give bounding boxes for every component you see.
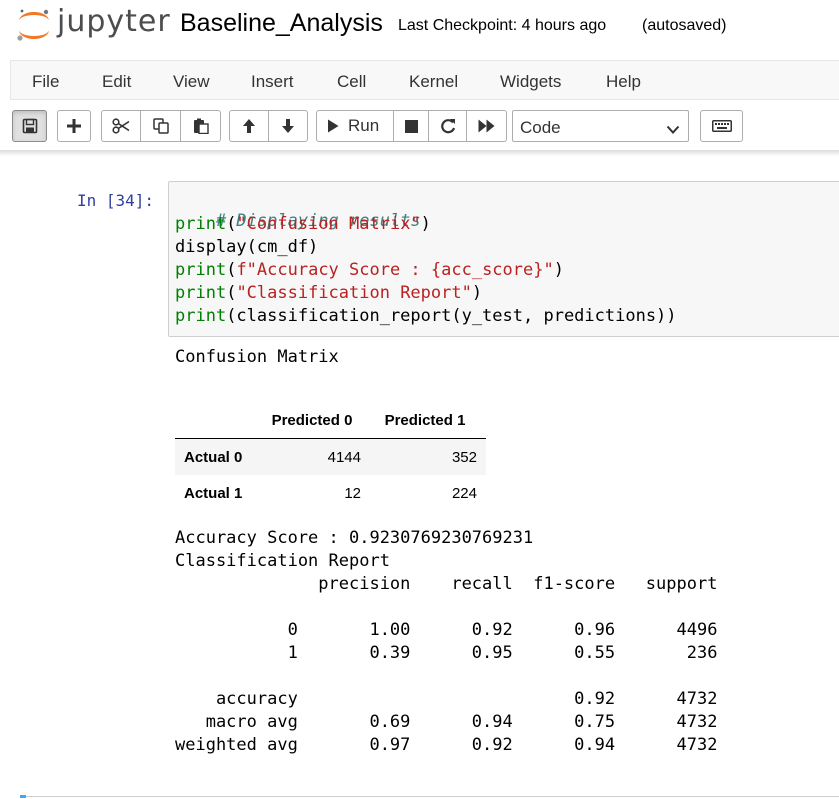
- code-editor[interactable]: # Displaying results print("Confusion Ma…: [168, 181, 839, 337]
- menu-file[interactable]: File: [32, 72, 59, 92]
- code-builtin: print: [175, 214, 227, 234]
- menu-edit[interactable]: Edit: [102, 72, 131, 92]
- autosave-status: (autosaved): [642, 17, 727, 34]
- column-header: Predicted 0: [263, 402, 373, 439]
- command-palette-button[interactable]: [700, 110, 743, 142]
- restart-icon: [440, 118, 456, 134]
- output-report-title: Classification Report: [175, 551, 390, 571]
- restart-kernel-button[interactable]: [428, 110, 467, 142]
- column-header: Predicted 1: [373, 402, 486, 439]
- report-line: 0 1.00 0.92 0.96 4496: [175, 620, 718, 640]
- insert-cell-button[interactable]: [57, 110, 91, 142]
- menu-insert[interactable]: Insert: [251, 72, 294, 92]
- input-prompt: In [34]:: [77, 191, 155, 210]
- code-text: (classification_report(y_test, predictio…: [226, 306, 677, 326]
- report-line: macro avg 0.69 0.94 0.75 4732: [175, 712, 718, 732]
- move-up-button[interactable]: [229, 110, 269, 142]
- arrow-up-icon: [242, 118, 256, 134]
- keyboard-icon: [711, 120, 732, 132]
- report-line: weighted avg 0.97 0.92 0.94 4732: [175, 735, 718, 755]
- table-cell: 352: [451, 448, 477, 466]
- jupyter-wordmark[interactable]: jupyter: [57, 4, 171, 39]
- table-header-row: Predicted 0 Predicted 1: [175, 402, 486, 439]
- code-string: "Confusion Matrix": [236, 214, 421, 234]
- copy-button[interactable]: [140, 110, 181, 142]
- confusion-matrix-table: Predicted 0 Predicted 1 Actual 0 4144 35…: [175, 402, 486, 511]
- code-line-3: display(cm_df): [175, 237, 318, 257]
- table-cell: 12: [344, 484, 361, 502]
- run-label: Run: [348, 116, 380, 135]
- code-line-5: print("Classification Report"): [175, 283, 482, 303]
- jupyter-logo-icon[interactable]: [16, 8, 52, 42]
- cell-type-value: Code: [520, 118, 561, 137]
- interrupt-kernel-button[interactable]: [393, 110, 429, 142]
- run-button[interactable]: Run: [316, 110, 394, 142]
- restart-run-all-button[interactable]: [466, 110, 507, 142]
- save-button[interactable]: [12, 110, 47, 142]
- paste-icon: [193, 118, 209, 134]
- move-down-button[interactable]: [268, 110, 308, 142]
- stop-icon: [404, 119, 418, 133]
- code-punct: ): [471, 283, 483, 303]
- menu-cell[interactable]: Cell: [337, 72, 366, 92]
- report-line: accuracy 0.92 4732: [175, 689, 718, 709]
- paste-button[interactable]: [180, 110, 221, 142]
- menubar: File Edit View Insert Cell Kernel Widget…: [10, 60, 839, 100]
- table-cell: 4144: [327, 448, 361, 466]
- menu-view[interactable]: View: [173, 72, 210, 92]
- row-header: Actual 0: [184, 448, 243, 466]
- menu-widgets[interactable]: Widgets: [500, 72, 561, 92]
- play-icon: [327, 119, 339, 133]
- output-confusion-title: Confusion Matrix: [175, 347, 339, 367]
- table-corner: [175, 402, 263, 439]
- code-builtin: print: [175, 283, 227, 303]
- menu-help[interactable]: Help: [606, 72, 641, 92]
- code-line-4: print(f"Accuracy Score : {acc_score}"): [175, 260, 564, 280]
- table-cell: 224: [451, 484, 477, 502]
- menu-kernel[interactable]: Kernel: [409, 72, 458, 92]
- header-shadow: [0, 150, 839, 156]
- fast-forward-icon: [478, 119, 496, 133]
- notebook-header: jupyter Baseline_Analysis Last Checkpoin…: [0, 0, 839, 52]
- code-line-2: print("Confusion Matrix"): [175, 214, 431, 234]
- report-header-line: precision recall f1-score support: [175, 574, 718, 594]
- code-punct: ): [553, 260, 564, 280]
- chevron-down-icon: [666, 120, 680, 140]
- row-header: Actual 1: [184, 484, 243, 502]
- checkpoint-status: Last Checkpoint: 4 hours ago: [398, 17, 607, 34]
- code-punct: ): [420, 214, 431, 234]
- code-text: display(cm_df): [175, 237, 319, 257]
- cut-button[interactable]: [101, 110, 141, 142]
- table-row: Actual 1 12 224: [175, 475, 486, 511]
- code-line-6: print(classification_report(y_test, pred…: [175, 306, 677, 326]
- notebook-name[interactable]: Baseline_Analysis: [180, 9, 383, 38]
- selected-cell-indicator: [20, 795, 26, 798]
- save-icon: [22, 118, 38, 134]
- plus-icon: [67, 119, 81, 133]
- cell-type-select[interactable]: Code: [512, 110, 689, 142]
- report-line: 1 0.39 0.95 0.55 236: [175, 643, 718, 663]
- code-builtin: print: [175, 260, 227, 280]
- code-punct: (: [226, 260, 237, 280]
- code-string: f"Accuracy Score : {acc_score}": [236, 260, 554, 280]
- code-builtin: print: [175, 306, 227, 326]
- output-accuracy-line: Accuracy Score : 0.9230769230769231: [175, 528, 534, 548]
- code-string: "Classification Report": [236, 283, 472, 303]
- table-row: Actual 0 4144 352: [175, 438, 486, 475]
- copy-icon: [152, 118, 169, 134]
- arrow-down-icon: [281, 118, 295, 134]
- cell-divider: [20, 796, 839, 797]
- code-punct: (: [226, 283, 237, 303]
- cut-icon: [112, 118, 130, 134]
- code-punct: (: [226, 214, 237, 234]
